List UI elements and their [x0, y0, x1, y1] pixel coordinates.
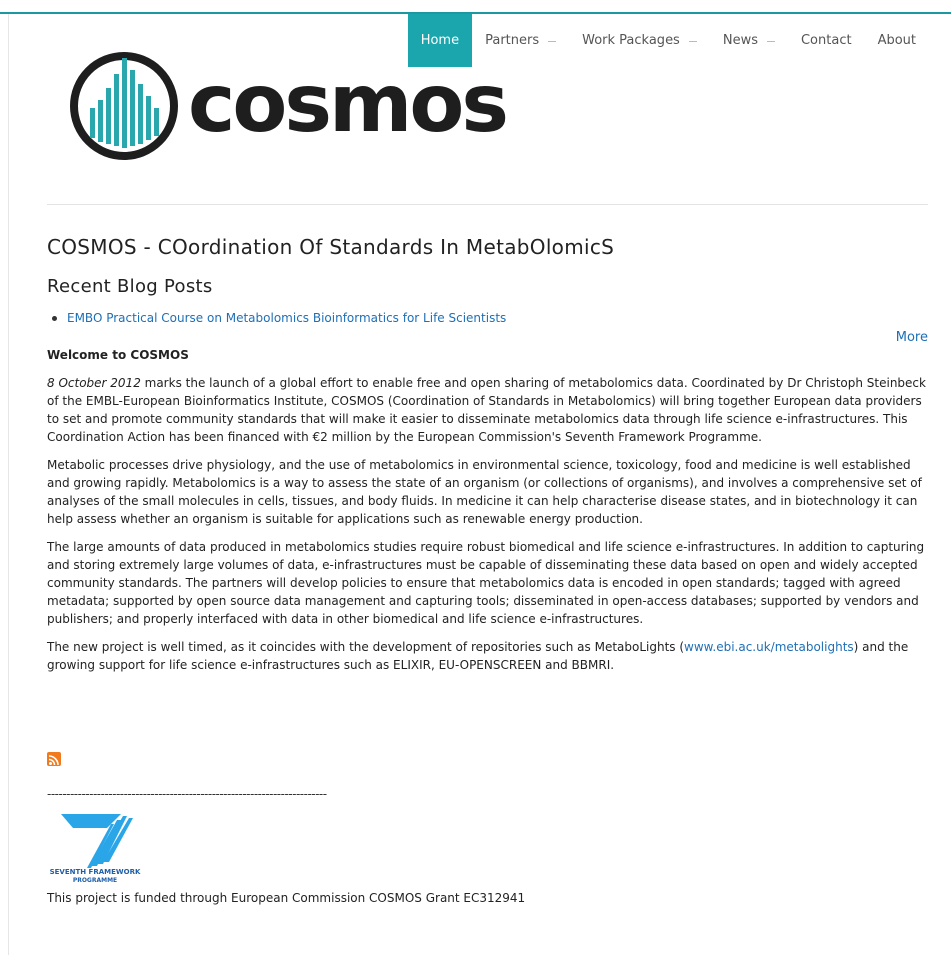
dropdown-dash-icon — [688, 41, 697, 42]
paragraph-text: marks the launch of a global effort to e… — [47, 376, 926, 444]
metabolights-link[interactable]: www.ebi.ac.uk/metabolights — [684, 640, 854, 654]
funding-statement: This project is funded through European … — [47, 891, 526, 905]
blog-post-link[interactable]: EMBO Practical Course on Metabolomics Bi… — [67, 311, 506, 325]
article-paragraph: Metabolic processes drive physiology, an… — [47, 458, 922, 526]
nav-item-work-packages[interactable]: Work Packages — [569, 14, 710, 67]
paragraph-text: The new project is well timed, as it coi… — [47, 640, 685, 654]
nav-item-label: Contact — [800, 33, 852, 48]
header-divider — [47, 204, 928, 205]
page-left-border — [8, 14, 9, 955]
fp7-text-line2: PROGRAMME — [73, 877, 117, 884]
list-item: EMBO Practical Course on Metabolomics Bi… — [47, 311, 506, 325]
nav-item-contact[interactable]: Contact — [788, 14, 865, 67]
page-title: COSMOS - COordination Of Standards In Me… — [47, 235, 615, 259]
more-link[interactable]: More — [896, 330, 928, 345]
article-paragraph: The new project is well timed, as it coi… — [47, 638, 931, 674]
site-logo[interactable]: cosmos — [68, 46, 509, 166]
nav-item-news[interactable]: News — [710, 14, 788, 67]
footer-divider: ----------------------------------------… — [47, 787, 327, 801]
fp7-text-line1: SEVENTH FRAMEWORK — [50, 868, 141, 876]
article-paragraph: 8 October 2012 marks the launch of a glo… — [47, 374, 931, 446]
rss-icon[interactable] — [47, 752, 61, 766]
cosmos-logo-icon — [70, 52, 178, 160]
recent-posts-list: EMBO Practical Course on Metabolomics Bi… — [47, 311, 506, 325]
dropdown-dash-icon — [548, 41, 557, 42]
nav-item-label: Work Packages — [582, 33, 680, 48]
article-date: 8 October 2012 — [47, 376, 141, 390]
dropdown-dash-icon — [766, 41, 775, 42]
fp7-logo: SEVENTH FRAMEWORK PROGRAMME — [47, 810, 143, 886]
article-heading: Welcome to COSMOS — [47, 348, 189, 362]
nav-item-about[interactable]: About — [865, 14, 929, 67]
logo-text: cosmos — [188, 56, 509, 150]
article-body: Welcome to COSMOS 8 October 2012 marks t… — [47, 346, 931, 684]
nav-item-label: About — [877, 33, 916, 48]
recent-posts-heading: Recent Blog Posts — [47, 276, 213, 297]
nav-item-label: News — [722, 33, 758, 48]
bullet-icon — [52, 315, 57, 321]
article-paragraph: The large amounts of data produced in me… — [47, 540, 925, 626]
